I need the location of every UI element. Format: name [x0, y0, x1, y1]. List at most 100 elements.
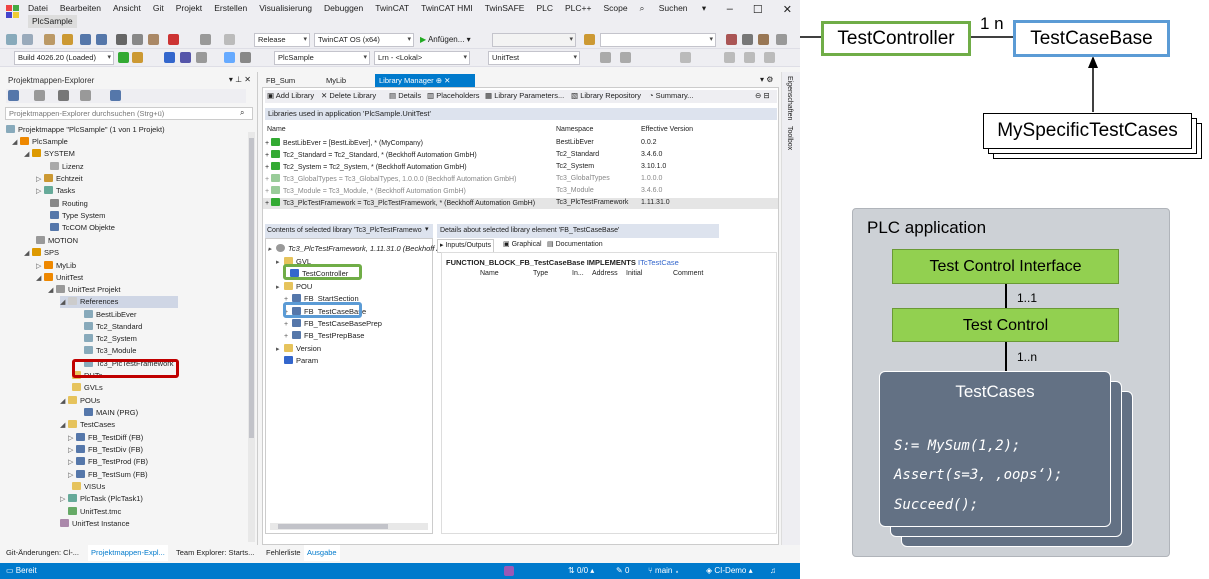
tree-item-tccom[interactable]: TcCOM Objekte: [50, 222, 115, 233]
col-name[interactable]: Name: [267, 125, 286, 135]
tab-inputs-outputs[interactable]: ▸ Inputs/Outputs: [437, 239, 494, 253]
login-icon[interactable]: [240, 52, 251, 63]
lib-item-pou[interactable]: ▸ POU: [276, 281, 312, 293]
library-repository-button[interactable]: ▧ Library Repository: [571, 90, 641, 102]
lib-item-version[interactable]: ▸ Version: [276, 343, 321, 355]
tab-library-manager[interactable]: Library Manager ⊕ ✕: [375, 74, 475, 87]
explorer-search-input[interactable]: Projektmappen-Explorer durchsuchen (Strg…: [5, 107, 253, 120]
placeholders-button[interactable]: ▥ Placeholders: [427, 90, 480, 102]
forward-icon[interactable]: [22, 34, 33, 45]
project-combo[interactable]: PlcSample: [274, 51, 370, 65]
menu-datei[interactable]: Datei: [28, 2, 48, 15]
menu-ansicht[interactable]: Ansicht: [113, 2, 141, 15]
target-combo[interactable]: Lrn - <Lokal>: [374, 51, 470, 65]
menu-plcpp[interactable]: PLC++: [565, 2, 591, 15]
cut-icon[interactable]: [116, 34, 127, 45]
minimize-icon[interactable]: –: [727, 3, 733, 16]
details-button[interactable]: ▤ Details: [389, 90, 421, 102]
menu-bearbeiten[interactable]: Bearbeiten: [60, 2, 101, 15]
col-namespace[interactable]: Namespace: [556, 125, 593, 135]
maximize-icon[interactable]: ☐: [753, 3, 763, 16]
tool1-icon[interactable]: [726, 34, 737, 45]
menu-git[interactable]: Git: [153, 2, 164, 15]
task-combo[interactable]: UnitTest: [488, 51, 580, 65]
table-row[interactable]: + Tc3_Module = Tc3_Module, * (Beckhoff A…: [265, 186, 466, 197]
redo-icon[interactable]: [224, 34, 235, 45]
library-parameters-button[interactable]: ▦ Library Parameters...: [485, 90, 564, 102]
home-icon[interactable]: [8, 90, 19, 101]
detail-col-address[interactable]: Address: [592, 269, 618, 279]
lib-root[interactable]: ▸ Tc3_PlcTestFramework, 1.11.31.0 (Beckho…: [268, 243, 445, 255]
detail-col-name[interactable]: Name: [480, 269, 499, 279]
breakpoint-icon[interactable]: [620, 52, 631, 63]
empty-combo[interactable]: [492, 33, 576, 47]
save-icon[interactable]: [80, 34, 91, 45]
menu-twinsafe[interactable]: TwinSAFE: [485, 2, 525, 15]
platform-combo[interactable]: TwinCAT OS (x64): [314, 33, 414, 47]
bottom-tab-git[interactable]: Git-Änderungen: Cl-...: [6, 545, 79, 561]
tree-item-tc2-system[interactable]: Tc2_System: [84, 333, 137, 344]
open-icon[interactable]: [62, 34, 73, 45]
menu-twincat[interactable]: TwinCAT: [375, 2, 409, 15]
table-row-selected[interactable]: + Tc3_PlcTestFramework = Tc3_PlcTestFram…: [265, 198, 535, 209]
tree-item-mylib[interactable]: ▷ MyLib: [36, 260, 76, 272]
summary-button[interactable]: ◔ Summary...: [649, 90, 693, 102]
tab-graphical[interactable]: ▣ Graphical: [503, 239, 542, 251]
side-tab-properties[interactable]: Eigenschaften: [786, 76, 793, 120]
build-combo[interactable]: Build 4026.20 (Loaded): [14, 51, 114, 65]
panel-pin-icon[interactable]: ▾ ⊥ ✕: [229, 75, 251, 84]
tree-item-fb-testdiff[interactable]: ▷ FB_TestDiff (FB): [68, 432, 143, 444]
copy-icon[interactable]: [132, 34, 143, 45]
status-sync[interactable]: ⇅ 0/0 ▴: [568, 563, 594, 579]
bell-icon[interactable]: ♫: [770, 563, 776, 579]
delete-icon[interactable]: [168, 34, 179, 45]
explorer-scrollbar[interactable]: [248, 132, 255, 542]
add-library-button[interactable]: ▣ Add Library: [267, 90, 314, 102]
contents-hscrollbar[interactable]: [270, 523, 428, 530]
preview-icon[interactable]: [110, 90, 121, 101]
config-combo[interactable]: Release: [254, 33, 310, 47]
new-project-icon[interactable]: [44, 34, 55, 45]
lib-item-param[interactable]: Param: [284, 355, 318, 366]
find-combo[interactable]: [600, 33, 716, 47]
tab-menu-icon[interactable]: ▾ ⚙: [760, 75, 773, 84]
tree-item-unittest-projekt[interactable]: ◢ UnitTest Projekt: [48, 284, 121, 296]
tree-item-bestlibever[interactable]: BestLibEver: [84, 309, 136, 320]
scan-icon[interactable]: [196, 52, 207, 63]
tree-item-solution[interactable]: Projektmappe "PlcSample" (1 von 1 Projek…: [6, 124, 165, 135]
folder-icon[interactable]: [584, 34, 595, 45]
menu-plc[interactable]: PLC: [536, 2, 553, 15]
tree-item-motion[interactable]: MOTION: [36, 235, 78, 246]
tree-item-unittest-tmc[interactable]: UnitTest.tmc: [68, 506, 121, 517]
step-into-icon[interactable]: [744, 52, 755, 63]
tree-item-routing[interactable]: Routing: [50, 198, 88, 209]
tree-item-plctask[interactable]: ▷ PlcTask (PlcTask1): [60, 493, 143, 505]
status-repo[interactable]: ◈ CI-Demo ▴: [706, 563, 753, 579]
tree-item-fb-testsum[interactable]: ▷ FB_TestSum (FB): [68, 469, 148, 481]
menu-visualisierung[interactable]: Visualisierung: [259, 2, 312, 15]
properties-icon[interactable]: [80, 90, 91, 101]
detail-col-type[interactable]: Type: [533, 269, 548, 279]
back-icon[interactable]: [6, 34, 17, 45]
step-icon[interactable]: [600, 52, 611, 63]
interface-link[interactable]: ITcTestCase: [638, 258, 679, 267]
tree-item-unittest[interactable]: ◢ UnitTest: [36, 272, 83, 284]
search-box[interactable]: ⌕ Suchen ▾: [640, 2, 707, 15]
tree-item-references[interactable]: ◢ References: [60, 296, 179, 308]
table-row[interactable]: + BestLibEver = [BestLibEver], * (MyComp…: [265, 138, 423, 149]
detail-col-initial[interactable]: Initial: [626, 269, 642, 279]
tree-item-fb-testdiv[interactable]: ▷ FB_TestDiv (FB): [68, 444, 143, 456]
tree-item-unittest-instance[interactable]: UnitTest Instance: [60, 518, 130, 529]
tree-item-system[interactable]: ◢ SYSTEM: [24, 148, 75, 160]
table-row[interactable]: + Tc3_GlobalTypes = Tc3_GlobalTypes, 1.0…: [265, 174, 516, 185]
activate-icon[interactable]: [118, 52, 129, 63]
table-row[interactable]: + Tc2_System = Tc2_System, * (Beckhoff A…: [265, 162, 467, 173]
contents-dropdown-icon[interactable]: ▾: [425, 225, 429, 233]
config-mode-icon[interactable]: [132, 52, 143, 63]
menu-debuggen[interactable]: Debuggen: [324, 2, 363, 15]
wrench-icon[interactable]: [742, 34, 753, 45]
tree-item-testcases[interactable]: ◢ TestCases: [60, 419, 115, 431]
tree-item-echtzeit[interactable]: ▷ Echtzeit: [36, 173, 83, 185]
tree-item-lizenz[interactable]: Lizenz: [50, 161, 84, 172]
paste-icon[interactable]: [148, 34, 159, 45]
